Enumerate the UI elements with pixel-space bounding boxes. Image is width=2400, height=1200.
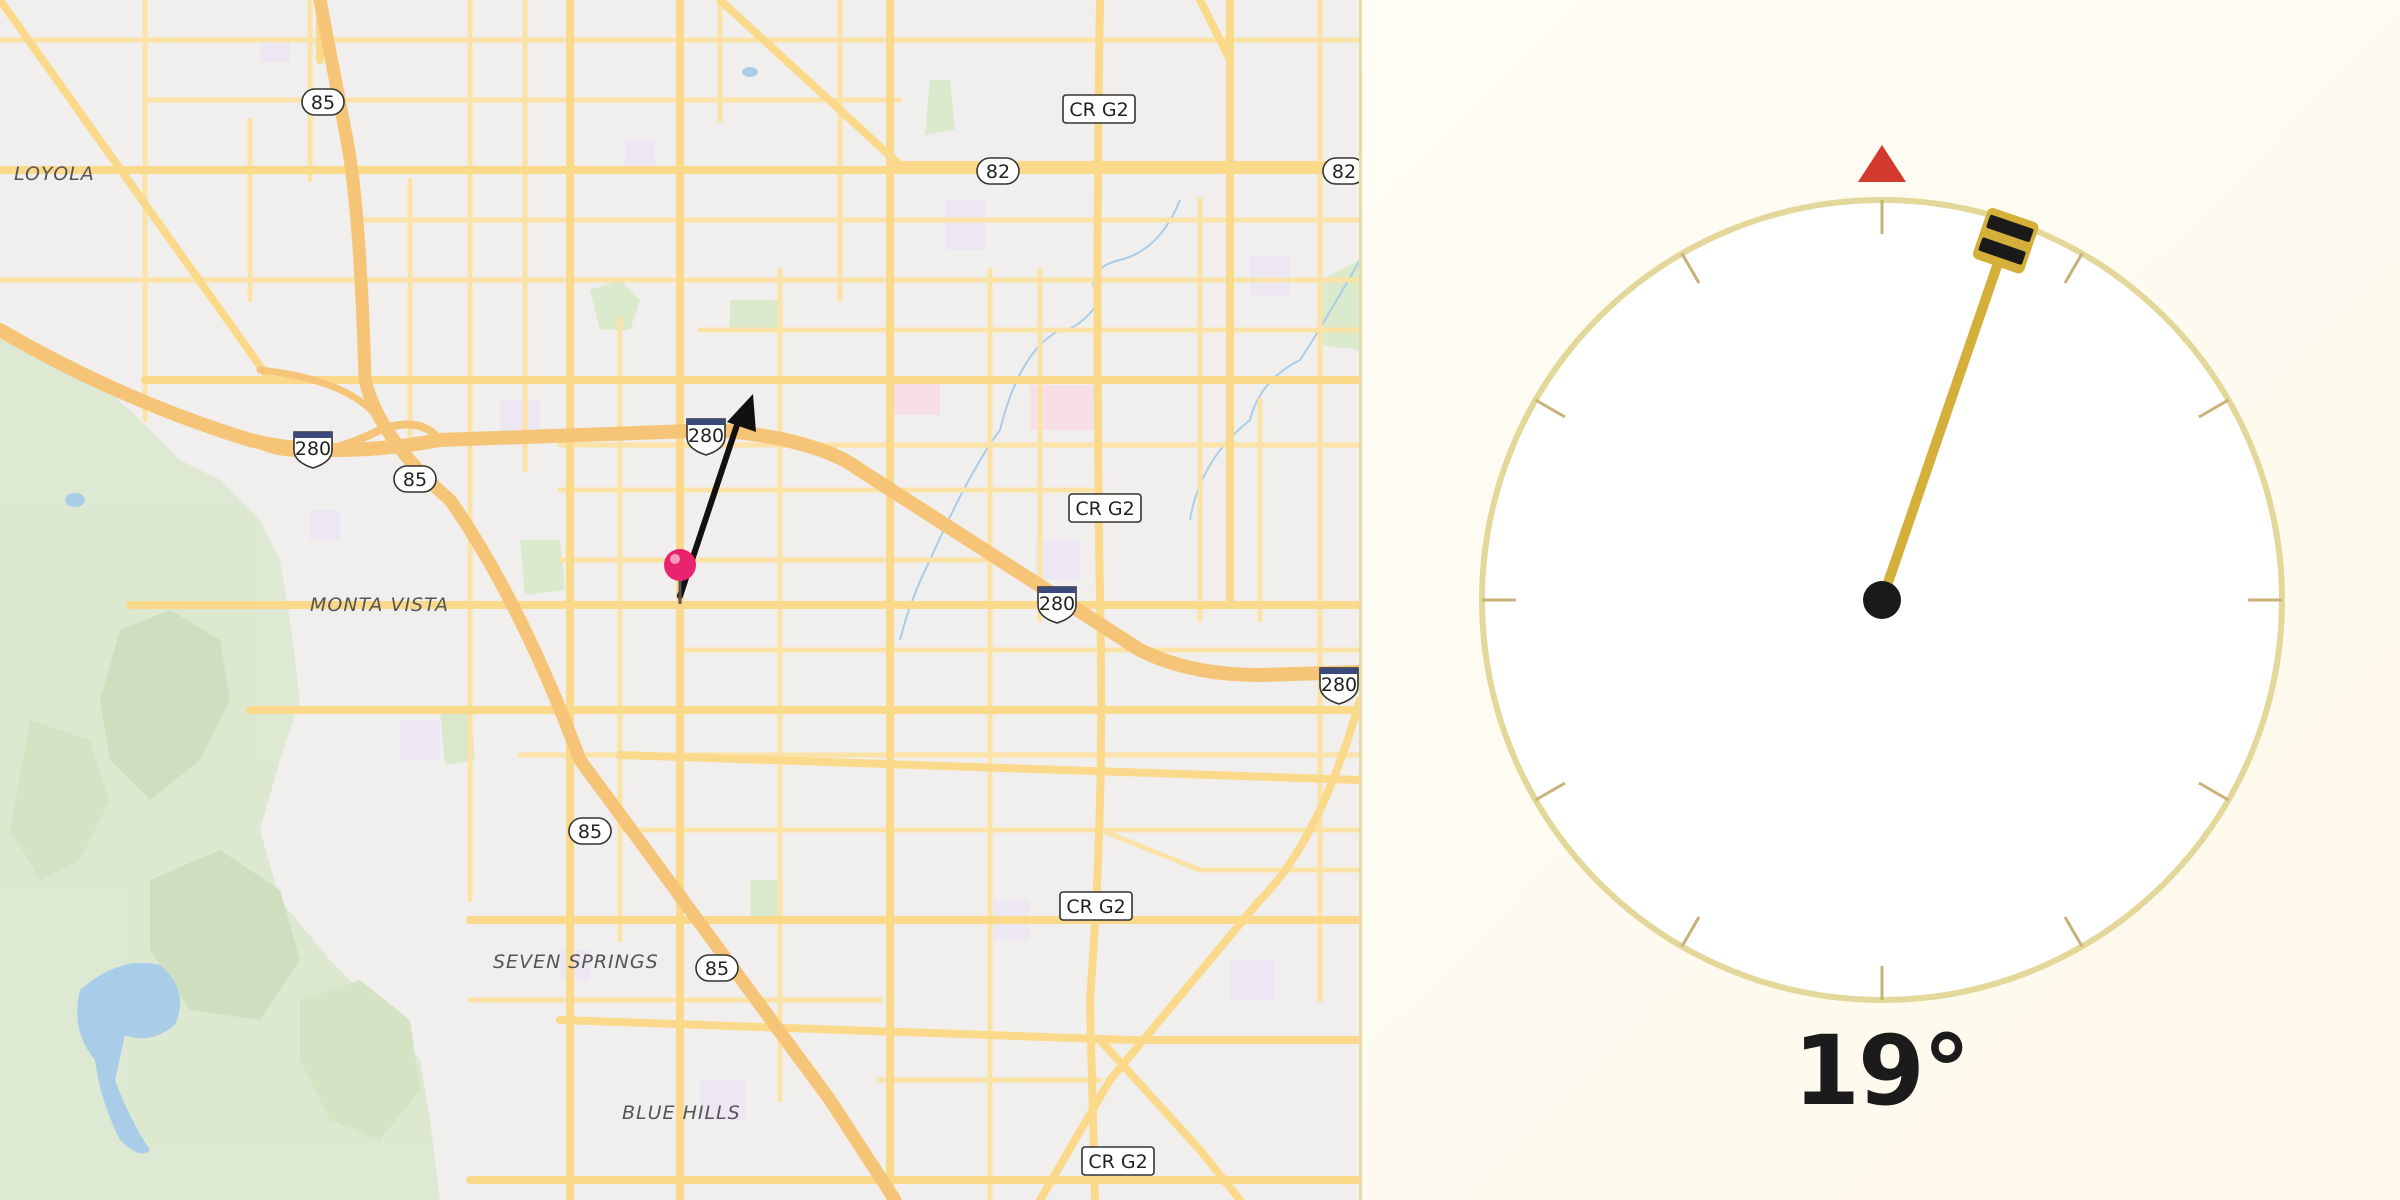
svg-text:85: 85 <box>578 821 602 843</box>
needle-hub <box>1863 581 1901 619</box>
svg-text:CR G2: CR G2 <box>1075 498 1134 520</box>
svg-text:280: 280 <box>688 425 724 447</box>
landuse-patches <box>260 40 1290 1120</box>
county-route-shield: CR G2 <box>1081 1146 1155 1176</box>
heading-readout: 19° <box>1793 1015 1971 1127</box>
svg-text:280: 280 <box>295 438 331 460</box>
state-route-shield: 85 <box>393 465 437 493</box>
place-label-loyola: LOYOLA <box>14 163 95 185</box>
svg-text:85: 85 <box>705 958 729 980</box>
state-route-shield: 82 <box>1322 157 1360 185</box>
place-label-monta-vista: MONTA VISTA <box>310 594 449 616</box>
interstate-shield: 280 <box>686 418 726 456</box>
creeks <box>899 199 1360 641</box>
svg-text:82: 82 <box>1332 161 1356 183</box>
svg-text:82: 82 <box>986 161 1010 183</box>
interstate-shield: 280 <box>1319 667 1359 705</box>
north-marker-icon <box>1858 145 1906 182</box>
interstate-shield: 280 <box>1037 586 1077 624</box>
map-view[interactable]: 280 280 280 280 85 85 85 85 82 82 CR G2 … <box>0 0 1360 1200</box>
svg-text:CR G2: CR G2 <box>1088 1151 1147 1173</box>
svg-text:85: 85 <box>403 469 427 491</box>
state-route-shield: 85 <box>695 954 739 982</box>
state-route-shield: 85 <box>568 817 612 845</box>
svg-text:85: 85 <box>311 92 335 114</box>
interstate-shield: 280 <box>293 431 333 469</box>
place-label-blue-hills: BLUE HILLS <box>622 1102 741 1124</box>
state-route-shield: 85 <box>301 88 345 116</box>
place-label-seven-springs: SEVEN SPRINGS <box>493 951 659 973</box>
svg-text:CR G2: CR G2 <box>1069 99 1128 121</box>
svg-text:280: 280 <box>1039 593 1075 615</box>
svg-text:CR G2: CR G2 <box>1066 896 1125 918</box>
county-route-shield: CR G2 <box>1059 891 1133 921</box>
svg-text:280: 280 <box>1321 674 1357 696</box>
street-map: 280 280 280 280 85 85 85 85 82 82 CR G2 … <box>0 0 1360 1200</box>
state-route-shield: 82 <box>976 157 1020 185</box>
compass-panel: 19° <box>1362 0 2400 1200</box>
location-pin-icon[interactable] <box>664 549 696 604</box>
county-route-shield: CR G2 <box>1062 94 1136 124</box>
county-route-shield: CR G2 <box>1068 493 1142 523</box>
